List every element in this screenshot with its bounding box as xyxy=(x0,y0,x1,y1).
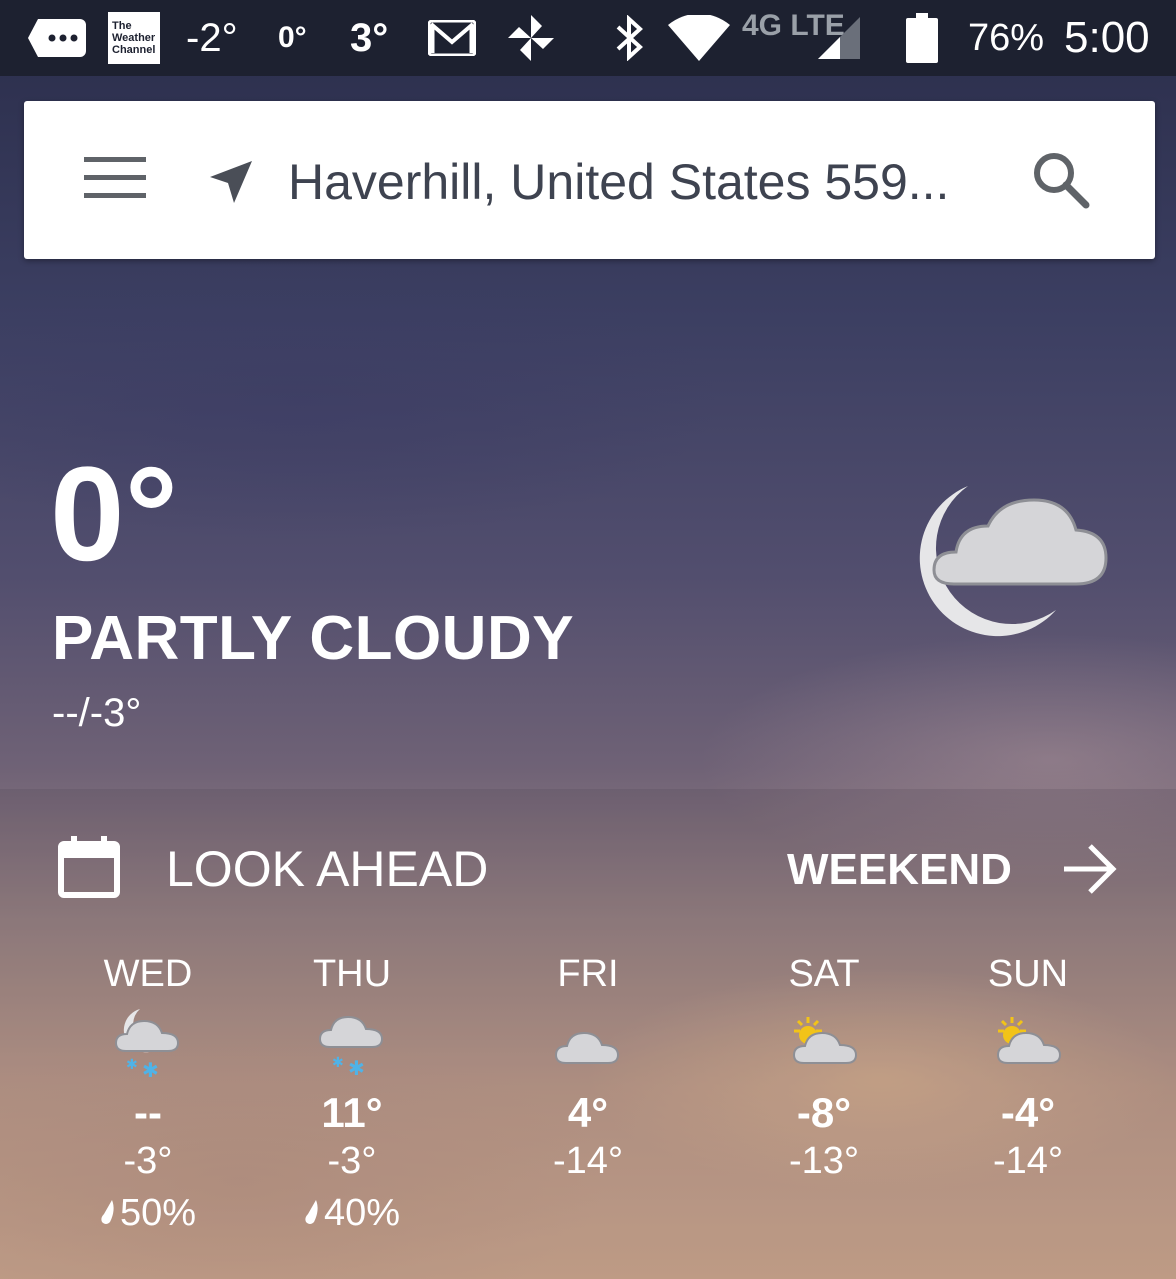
partly-cloudy-night-icon xyxy=(906,482,1116,647)
bluetooth-icon xyxy=(612,0,646,76)
day-name: WED xyxy=(103,953,193,995)
gmail-icon xyxy=(428,0,476,76)
status-temp-1: -2° xyxy=(186,15,238,60)
svg-text:✱: ✱ xyxy=(142,1058,159,1079)
message-notification-icon xyxy=(28,0,86,76)
forecast-day-thu[interactable]: THU ✱ ✱ 11° -3° 40% xyxy=(252,950,452,1232)
day-low: -3° xyxy=(327,1140,377,1182)
day-high: 11° xyxy=(321,1089,383,1136)
location-arrow-icon[interactable] xyxy=(208,159,254,210)
forecast-day-wed[interactable]: WED ✱ ✱ -- -3° 50% xyxy=(48,950,248,1232)
precip-chance: 40% xyxy=(252,1194,452,1232)
battery-icon xyxy=(906,0,938,76)
forecast-day-sat[interactable]: SAT -8° -13° xyxy=(724,950,924,1180)
precip-chance: 50% xyxy=(48,1194,248,1232)
cloud-snow-icon: ✱ ✱ xyxy=(252,998,452,1088)
calendar-icon xyxy=(58,834,120,903)
forecast-day-sun[interactable]: SUN -4° -14° xyxy=(928,950,1128,1180)
status-temp-2: 0° xyxy=(278,21,307,54)
current-condition: PARTLY CLOUDY xyxy=(52,604,575,673)
wifi-icon xyxy=(668,0,730,76)
day-name: THU xyxy=(312,953,392,995)
sun-cloud-icon xyxy=(928,998,1128,1088)
precip-value: 40% xyxy=(323,1192,401,1234)
day-high: -4° xyxy=(1000,1089,1056,1136)
look-ahead-title: LOOK AHEAD xyxy=(166,841,489,897)
day-name: SUN xyxy=(987,953,1069,995)
weather-channel-logo: The Weather Channel xyxy=(108,0,160,76)
forecast-day-fri[interactable]: FRI 4° -14° xyxy=(488,950,688,1180)
sun-cloud-icon xyxy=(724,998,924,1088)
day-name: FRI xyxy=(557,953,619,995)
clock: 5:00 xyxy=(1064,13,1150,62)
day-low: -13° xyxy=(788,1140,860,1182)
day-low: -3° xyxy=(123,1140,173,1182)
svg-text:✱: ✱ xyxy=(348,1056,365,1079)
raindrop-icon xyxy=(305,1200,318,1224)
svg-text:✱: ✱ xyxy=(126,1057,138,1073)
current-temperature: 0° xyxy=(50,440,179,589)
battery-percent: 76% xyxy=(968,16,1045,59)
day-high: 4° xyxy=(567,1089,609,1136)
precip-value: 50% xyxy=(119,1192,197,1234)
raindrop-icon xyxy=(101,1200,114,1224)
location-text[interactable]: Haverhill, United States 559... xyxy=(288,153,949,211)
status-bar: The Weather Channel -2° 0° 3° 4G LTE 76% 5… xyxy=(0,0,1176,76)
menu-icon[interactable] xyxy=(82,155,148,206)
night-cloud-snow-icon: ✱ ✱ xyxy=(48,998,248,1088)
day-high: -- xyxy=(134,1089,162,1136)
status-temp-3: 3° xyxy=(350,15,389,60)
current-hi-lo: --/-3° xyxy=(52,691,142,735)
day-high: -8° xyxy=(796,1089,852,1136)
day-low: -14° xyxy=(992,1140,1064,1182)
day-low: -14° xyxy=(552,1140,624,1182)
search-icon[interactable] xyxy=(1030,149,1092,216)
weekend-link[interactable]: WEEKEND xyxy=(787,848,1012,892)
signal-icon xyxy=(818,0,860,76)
day-name: SAT xyxy=(788,953,860,995)
svg-text:✱: ✱ xyxy=(332,1055,344,1071)
pinwheel-icon xyxy=(506,0,556,76)
cloud-icon xyxy=(488,998,688,1088)
location-search-bar[interactable]: Haverhill, United States 559... xyxy=(24,101,1155,259)
arrow-right-icon[interactable] xyxy=(1060,840,1118,903)
